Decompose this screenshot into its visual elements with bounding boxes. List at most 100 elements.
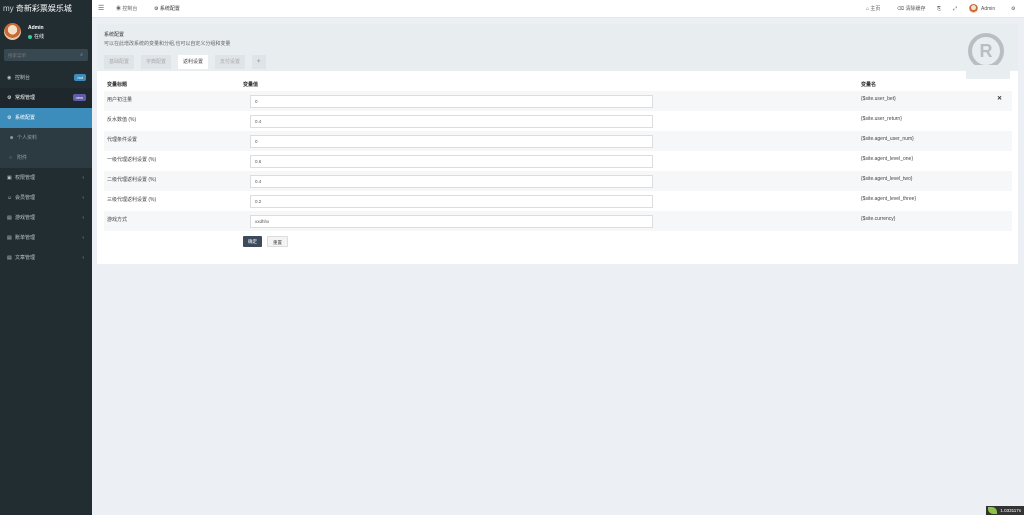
clear-cache-button[interactable]: ⌫ 清除缓存: [897, 0, 925, 18]
chevron-left-icon: ‹: [82, 255, 84, 261]
top-header: ☰ ◉ 控制台 ⚙ 系统配置 ⌂ 主页 ⌫ 清除缓存 ⎘ ⤢ Admin ⚙: [92, 0, 1024, 18]
runtime-badge: 1.033117s: [986, 506, 1024, 515]
avatar: [4, 23, 21, 40]
page-description: 可以在此增改系统的变量和分组,也可以自定义分组和变量: [104, 41, 231, 47]
fullscreen-icon[interactable]: ⤢: [953, 0, 957, 18]
panel-heading: 系统配置 可以在此增改系统的变量和分组,也可以自定义分组和变量 基础配置 字典配…: [97, 24, 1018, 79]
logo-mask: [966, 65, 1010, 79]
sidebar: my 奇新彩票娱乐城 Admin 在线 ⌕ ◉控制台 hot ⚙常规管理 new…: [0, 0, 92, 515]
search-icon[interactable]: ⌕: [80, 52, 83, 58]
home-label: 主页: [870, 6, 881, 12]
delete-icon[interactable]: ✕: [997, 95, 1002, 102]
sidebar-item-label: 附件: [17, 155, 28, 161]
dashboard-icon: ◉: [7, 75, 12, 81]
row-label: 代理条件设置: [107, 137, 138, 143]
online-dot-icon: [28, 34, 32, 39]
value-input[interactable]: [250, 155, 653, 168]
value-input[interactable]: [250, 135, 653, 148]
row-variable: {$site.user_return}: [861, 116, 902, 122]
row-label: 用户初注量: [107, 97, 133, 103]
user-status-label: 在线: [34, 34, 45, 40]
user-status: 在线: [28, 33, 44, 40]
value-input[interactable]: [250, 175, 653, 188]
clear-cache-label: 清除缓存: [905, 6, 926, 12]
table-row: 反水数值 (%) {$site.user_return}: [104, 111, 1012, 131]
row-label: 反水数值 (%): [107, 117, 137, 123]
sidebar-item-auth[interactable]: ▣ 权限管理 ‹: [0, 168, 92, 188]
user-menu[interactable]: Admin: [969, 0, 995, 18]
sidebar-item-label: 游戏管理: [15, 215, 36, 221]
home-link[interactable]: ⌂ 主页: [866, 0, 880, 18]
submit-button[interactable]: 确定: [243, 236, 262, 247]
row-label: 二级代理返利设置 (%): [107, 177, 157, 183]
sidebar-item-config[interactable]: ⚙ 系统配置: [0, 108, 92, 128]
add-tab-button[interactable]: +: [252, 55, 266, 69]
tab-rebate-settings[interactable]: 返利设置: [178, 55, 209, 69]
value-input[interactable]: [250, 195, 653, 208]
member-icon: ☺: [7, 195, 13, 201]
menu-toggle-icon[interactable]: ☰: [98, 4, 104, 12]
sidebar-item-label: 控制台: [15, 75, 31, 81]
sidebar-item-label: 常规管理: [15, 95, 36, 101]
sidebar-item-profile[interactable]: ☻ 个人资料: [0, 128, 92, 148]
column-header-title: 变量标题: [107, 82, 128, 88]
sidebar-item-dashboard[interactable]: ◉ 控制台 hot: [0, 68, 92, 88]
row-variable: {$site.agent_level_three}: [861, 196, 917, 202]
header-avatar: [969, 4, 978, 14]
row-variable: {$site.agent_level_one}: [861, 156, 913, 162]
config-panel: 系统配置 可以在此增改系统的变量和分组,也可以自定义分组和变量 基础配置 字典配…: [97, 24, 1018, 264]
sidebar-item-article[interactable]: ▤ 文章管理 ‹: [0, 248, 92, 268]
tab-dashboard[interactable]: ◉ 控制台: [110, 0, 143, 18]
sidebar-item-label: 系统配置: [15, 115, 36, 121]
sidebar-item-game[interactable]: ▤ 游戏管理 ‹: [0, 208, 92, 228]
user-menu-label: Admin: [981, 6, 996, 12]
chevron-left-icon: ‹: [82, 195, 84, 201]
table-row: 二级代理返利设置 (%) {$site.agent_level_two}: [104, 171, 1012, 191]
sidebar-item-attachment[interactable]: ○ 附件: [0, 148, 92, 168]
row-variable: {$site.user_bet}: [861, 96, 896, 102]
table-row: 代理条件设置 {$site.agent_user_num}: [104, 131, 1012, 151]
value-input[interactable]: [250, 95, 653, 108]
sidebar-item-label: 权限管理: [15, 175, 36, 181]
list-icon: ▤: [7, 255, 12, 261]
settings-icon[interactable]: ⚙: [1011, 0, 1015, 18]
circle-icon: ○: [9, 155, 13, 161]
group-icon: ▣: [7, 175, 12, 181]
table-row: 游戏方式 {$site.currency}: [104, 211, 1012, 231]
user-name: Admin: [28, 25, 44, 31]
table-row: 用户初注量 {$site.user_bet} ✕: [104, 91, 1012, 111]
tab-payment-settings[interactable]: 支付设置: [215, 55, 246, 69]
reset-button[interactable]: 重置: [267, 236, 288, 247]
tab-dict-config[interactable]: 字典配置: [141, 55, 172, 69]
sidebar-item-general[interactable]: ⚙ 常规管理 new: [0, 88, 92, 108]
list-icon: ▤: [7, 235, 12, 241]
logo-text: 奇新彩票娱乐城: [15, 4, 72, 13]
tab-basic-config[interactable]: 基础配置: [104, 55, 135, 69]
chevron-left-icon: ‹: [82, 235, 84, 241]
chevron-left-icon: ‹: [82, 215, 84, 221]
sidebar-item-bill[interactable]: ▤ 账单管理 ‹: [0, 228, 92, 248]
logo-prefix: my: [3, 4, 14, 13]
sidebar-search: ⌕: [4, 49, 88, 61]
column-header-name: 变量名: [861, 82, 877, 88]
tab-config[interactable]: ⚙ 系统配置: [148, 0, 186, 18]
row-label: 游戏方式: [107, 217, 128, 223]
language-icon[interactable]: ⎘: [937, 0, 941, 18]
sidebar-item-label: 账单管理: [15, 235, 36, 241]
brand-letter: R: [979, 41, 993, 61]
row-variable: {$site.agent_level_two}: [861, 176, 913, 182]
value-input[interactable]: [250, 115, 653, 128]
sidebar-item-member[interactable]: ☺ 会员管理 ‹: [0, 188, 92, 208]
column-header-value: 变量值: [243, 82, 259, 88]
search-input[interactable]: [4, 49, 74, 61]
list-icon: ▤: [7, 215, 12, 221]
row-label: 一级代理返利设置 (%): [107, 157, 157, 163]
gear-icon: ⚙: [7, 115, 12, 121]
value-input[interactable]: [250, 215, 653, 228]
chevron-left-icon: ‹: [82, 175, 84, 181]
page-title: 系统配置: [104, 32, 125, 38]
new-badge: new: [72, 94, 86, 101]
app-logo[interactable]: my 奇新彩票娱乐城: [0, 0, 92, 18]
user-icon: ☻: [9, 135, 15, 141]
row-label: 三级代理返利设置 (%): [107, 197, 157, 203]
